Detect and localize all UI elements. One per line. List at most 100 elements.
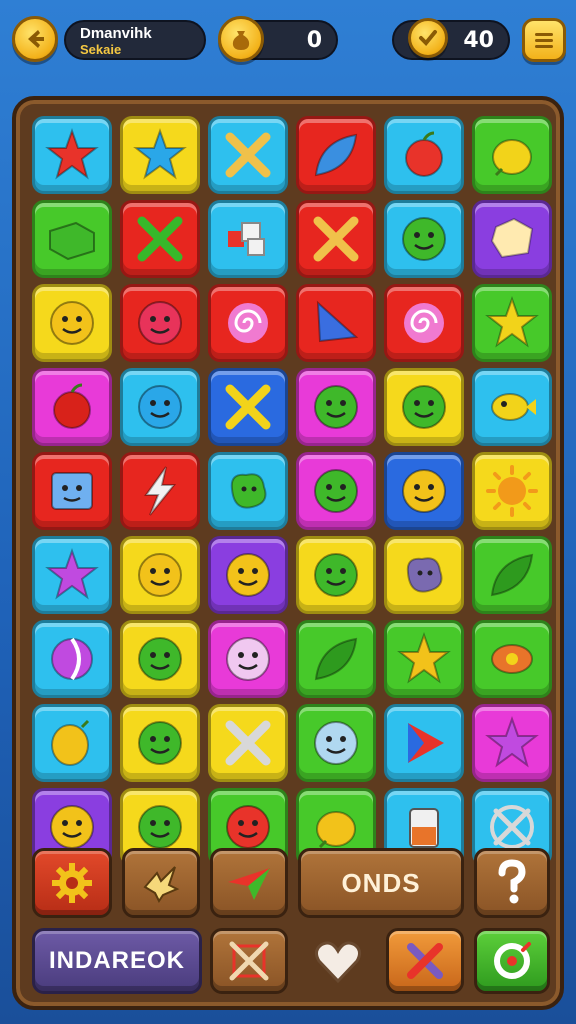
target-button[interactable] <box>474 928 550 994</box>
apple-icon <box>53 383 91 429</box>
board-tile[interactable] <box>384 620 464 698</box>
board-tile[interactable] <box>384 368 464 446</box>
board-tile[interactable] <box>32 620 112 698</box>
gems-value: 40 <box>463 28 494 53</box>
board-tile[interactable] <box>296 452 376 530</box>
board-tile[interactable] <box>472 200 552 278</box>
star-icon <box>397 631 451 684</box>
board-tile[interactable] <box>120 620 200 698</box>
inventory-button[interactable]: INDAREOK <box>32 928 202 994</box>
board-tile[interactable] <box>472 620 552 698</box>
check-coin-icon <box>419 30 437 46</box>
face-icon <box>226 637 270 681</box>
board-tile[interactable] <box>472 368 552 446</box>
board-tile[interactable] <box>472 536 552 614</box>
board-tile[interactable] <box>208 620 288 698</box>
game-board: ONDS INDAREOK <box>12 96 564 1010</box>
board-tile[interactable] <box>120 536 200 614</box>
board-tile[interactable] <box>120 116 200 194</box>
board-tile[interactable] <box>384 200 464 278</box>
tools-button[interactable] <box>386 928 464 994</box>
board-tile[interactable] <box>208 284 288 362</box>
face-icon <box>138 301 182 345</box>
coins-value: 0 <box>306 28 322 53</box>
board-tile[interactable] <box>120 452 200 530</box>
board-tile[interactable] <box>296 368 376 446</box>
cross-icon <box>225 132 271 178</box>
face-icon <box>314 469 358 513</box>
gear-icon <box>52 863 92 903</box>
board-tile[interactable] <box>384 284 464 362</box>
board-tile[interactable] <box>120 704 200 782</box>
face-icon <box>226 553 270 597</box>
board-tile[interactable] <box>32 368 112 446</box>
board-tile[interactable] <box>208 704 288 782</box>
cancel-button[interactable] <box>210 928 288 994</box>
board-tile[interactable] <box>32 704 112 782</box>
play-icon <box>408 723 444 763</box>
money-bag-icon <box>232 31 250 50</box>
board-tile[interactable] <box>208 368 288 446</box>
board-tile[interactable] <box>208 536 288 614</box>
target-icon <box>494 942 531 979</box>
cross-icon <box>225 384 271 430</box>
face-icon <box>402 385 446 429</box>
heart-icon <box>314 941 362 984</box>
star-icon <box>45 547 99 600</box>
board-tile[interactable] <box>472 116 552 194</box>
bird-icon <box>143 866 180 903</box>
ball-icon <box>51 637 93 681</box>
board-tile[interactable] <box>384 704 464 782</box>
board-tile[interactable] <box>208 452 288 530</box>
board-tile[interactable] <box>32 200 112 278</box>
level-title-panel: Dmanvihk Sekaie <box>64 20 206 60</box>
board-tile[interactable] <box>296 536 376 614</box>
board-tile[interactable] <box>32 116 112 194</box>
board-tile[interactable] <box>384 452 464 530</box>
board-tile[interactable] <box>296 200 376 278</box>
leaf-icon <box>490 553 534 597</box>
top-hud: Dmanvihk Sekaie 0 40 <box>0 0 576 82</box>
blob-icon <box>406 557 443 593</box>
menu-button[interactable] <box>522 18 566 62</box>
board-tile[interactable] <box>120 368 200 446</box>
lightning-icon <box>144 466 177 516</box>
board-tile[interactable] <box>296 116 376 194</box>
odds-button[interactable]: ONDS <box>298 848 464 918</box>
board-tile[interactable] <box>296 284 376 362</box>
bird-button[interactable] <box>122 848 200 918</box>
board-tile[interactable] <box>472 284 552 362</box>
gems-button[interactable] <box>408 18 448 58</box>
plane-button[interactable] <box>210 848 288 918</box>
board-tile[interactable] <box>32 284 112 362</box>
board-tile[interactable] <box>208 200 288 278</box>
board-tile[interactable] <box>384 116 464 194</box>
odds-label: ONDS <box>341 867 421 898</box>
board-tile[interactable] <box>32 452 112 530</box>
board-tile[interactable] <box>296 704 376 782</box>
gem-icon <box>490 217 534 259</box>
board-tile[interactable] <box>472 452 552 530</box>
heart-button[interactable] <box>302 934 374 990</box>
face-icon <box>50 301 94 345</box>
question-icon <box>498 859 526 904</box>
coins-button[interactable] <box>218 16 264 62</box>
board-tile[interactable] <box>296 620 376 698</box>
help-button[interactable] <box>474 848 550 918</box>
board-tile[interactable] <box>208 116 288 194</box>
board-tile[interactable] <box>120 200 200 278</box>
menu-icon <box>535 33 553 48</box>
face-icon <box>314 721 358 765</box>
lemon-icon <box>51 719 90 766</box>
face-icon <box>314 385 358 429</box>
level-title: Dmanvihk <box>80 25 152 42</box>
board-tile[interactable] <box>120 284 200 362</box>
back-button[interactable] <box>12 16 58 62</box>
star-icon <box>45 127 99 180</box>
settings-button[interactable] <box>32 848 112 918</box>
board-tile[interactable] <box>32 536 112 614</box>
board-tile[interactable] <box>472 704 552 782</box>
sun-icon <box>486 465 538 517</box>
board-tile[interactable] <box>384 536 464 614</box>
cubes-icon <box>228 222 265 256</box>
